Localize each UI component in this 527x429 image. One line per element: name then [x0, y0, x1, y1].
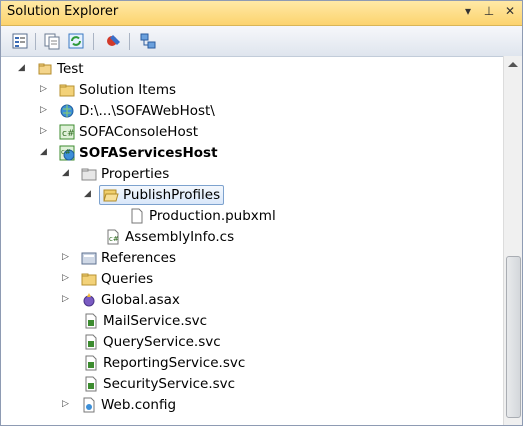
cs-file-icon: c# — [107, 229, 119, 244]
tree-node-queries[interactable]: ▷ Queries — [61, 268, 153, 289]
expand-arrow-icon[interactable]: ▷ — [61, 274, 70, 283]
open-folder-icon — [103, 189, 119, 201]
toolbar-separator — [93, 33, 94, 50]
expand-arrow-icon[interactable]: ▷ — [39, 85, 48, 94]
dropdown-icon[interactable]: ▾ — [460, 4, 476, 18]
svg-text:c#: c# — [61, 148, 71, 156]
tree-node-webconfig[interactable]: ▷ Web.config — [61, 394, 176, 415]
csharp-project-icon: c# — [59, 124, 75, 139]
collapse-arrow-icon[interactable]: ◢ — [83, 190, 92, 199]
toolbar — [1, 26, 522, 57]
tree-node-reportingservice[interactable]: ReportingService.svc — [61, 352, 245, 373]
svg-text:c#: c# — [109, 235, 119, 243]
properties-icon[interactable] — [11, 32, 29, 50]
class-diagram-icon[interactable] — [139, 32, 157, 50]
tree-node-label: SecurityService.svc — [103, 375, 236, 392]
title-bar: Solution Explorer ▾ ⊥ ✕ — [1, 1, 522, 26]
expand-arrow-icon[interactable]: ▷ — [61, 400, 70, 409]
tree-node-label: Queries — [101, 270, 154, 287]
tree-node-services-project[interactable]: ◢ c# SOFAServicesHost — [39, 142, 218, 163]
toolbar-separator — [129, 33, 130, 50]
tree-node-label: Solution Items — [79, 81, 177, 98]
scrollbar-thumb[interactable] — [506, 256, 521, 418]
tree-node-references[interactable]: ▷ References — [61, 247, 176, 268]
tree-node-label: Test — [57, 60, 84, 77]
tree-node-label: SOFAServicesHost — [79, 144, 218, 161]
tree-node-production-pubxml[interactable]: Production.pubxml — [105, 205, 276, 226]
website-icon — [60, 104, 74, 117]
tree-node-label: MailService.svc — [103, 312, 208, 329]
tree-node-label: ReportingService.svc — [103, 354, 246, 371]
solution-tree: ◢ Test ▷ Solution Items ▷ D:\...\SOFAWeb… — [1, 56, 506, 425]
tree-node-label: Web.config — [101, 396, 177, 413]
pin-icon[interactable]: ⊥ — [481, 4, 497, 18]
tree-node-securityservice[interactable]: SecurityService.svc — [61, 373, 235, 394]
references-icon — [81, 252, 97, 264]
tree-node-label: PublishProfiles — [123, 186, 221, 203]
toolbar-separator — [35, 33, 36, 50]
solution-icon — [38, 63, 52, 74]
tree-node-solution[interactable]: ◢ Test — [17, 58, 84, 79]
tree-node-solution-items[interactable]: ▷ Solution Items — [39, 79, 176, 100]
tree-node-assemblyinfo[interactable]: c# AssemblyInfo.cs — [83, 226, 234, 247]
tree-node-label: References — [101, 249, 177, 266]
svg-text:c#: c# — [62, 129, 75, 139]
tree-node-website[interactable]: ▷ D:\...\SOFAWebHost\ — [39, 100, 215, 121]
close-icon[interactable]: ✕ — [502, 4, 518, 18]
view-code-icon[interactable] — [105, 32, 123, 50]
collapse-arrow-icon[interactable]: ◢ — [61, 169, 70, 178]
tree-node-label: SOFAConsoleHost — [79, 123, 199, 140]
svc-file-icon — [85, 376, 97, 391]
scroll-up-icon[interactable] — [508, 62, 518, 67]
svc-file-icon — [85, 334, 97, 349]
selection-highlight[interactable]: PublishProfiles — [99, 184, 225, 205]
collapse-arrow-icon[interactable]: ◢ — [39, 148, 48, 157]
folder-icon — [59, 84, 75, 96]
show-all-files-icon[interactable] — [43, 32, 61, 50]
tree-node-properties[interactable]: ◢ Properties — [61, 163, 169, 184]
tree-node-queryservice[interactable]: QueryService.svc — [61, 331, 221, 352]
tree-node-label: QueryService.svc — [103, 333, 221, 350]
expand-arrow-icon[interactable]: ▷ — [39, 106, 48, 115]
tree-node-label: AssemblyInfo.cs — [125, 228, 235, 245]
config-file-icon — [83, 397, 95, 412]
tree-node-label: Global.asax — [101, 291, 180, 308]
svc-file-icon — [85, 313, 97, 328]
title-bar-buttons: ▾ ⊥ ✕ — [460, 4, 518, 18]
window-title: Solution Explorer — [7, 4, 119, 19]
tree-node-label: Properties — [101, 165, 170, 182]
expand-arrow-icon[interactable]: ▷ — [61, 295, 70, 304]
tree-node-global-asax[interactable]: ▷ Global.asax — [61, 289, 180, 310]
web-project-icon: c# — [59, 145, 75, 160]
vertical-scrollbar[interactable] — [503, 56, 522, 425]
expand-arrow-icon[interactable]: ▷ — [39, 127, 48, 136]
tree-node-label: Production.pubxml — [149, 207, 276, 224]
global-asax-icon — [83, 292, 95, 306]
svc-file-icon — [85, 355, 97, 370]
properties-folder-icon — [81, 168, 97, 180]
tree-node-mailservice[interactable]: MailService.svc — [61, 310, 207, 331]
folder-icon — [81, 273, 97, 285]
refresh-icon[interactable] — [67, 32, 85, 50]
expand-arrow-icon[interactable]: ▷ — [61, 253, 70, 262]
tree-node-publish-profiles[interactable]: ◢ PublishProfiles — [83, 184, 225, 205]
tree-node-console-project[interactable]: ▷ c# SOFAConsoleHost — [39, 121, 198, 142]
file-icon — [131, 208, 143, 223]
collapse-arrow-icon[interactable]: ◢ — [17, 64, 26, 73]
tree-node-label: D:\...\SOFAWebHost\ — [79, 102, 215, 119]
solution-explorer-window: Solution Explorer ▾ ⊥ ✕ ◢ Test ▷ Solutio… — [0, 0, 523, 426]
